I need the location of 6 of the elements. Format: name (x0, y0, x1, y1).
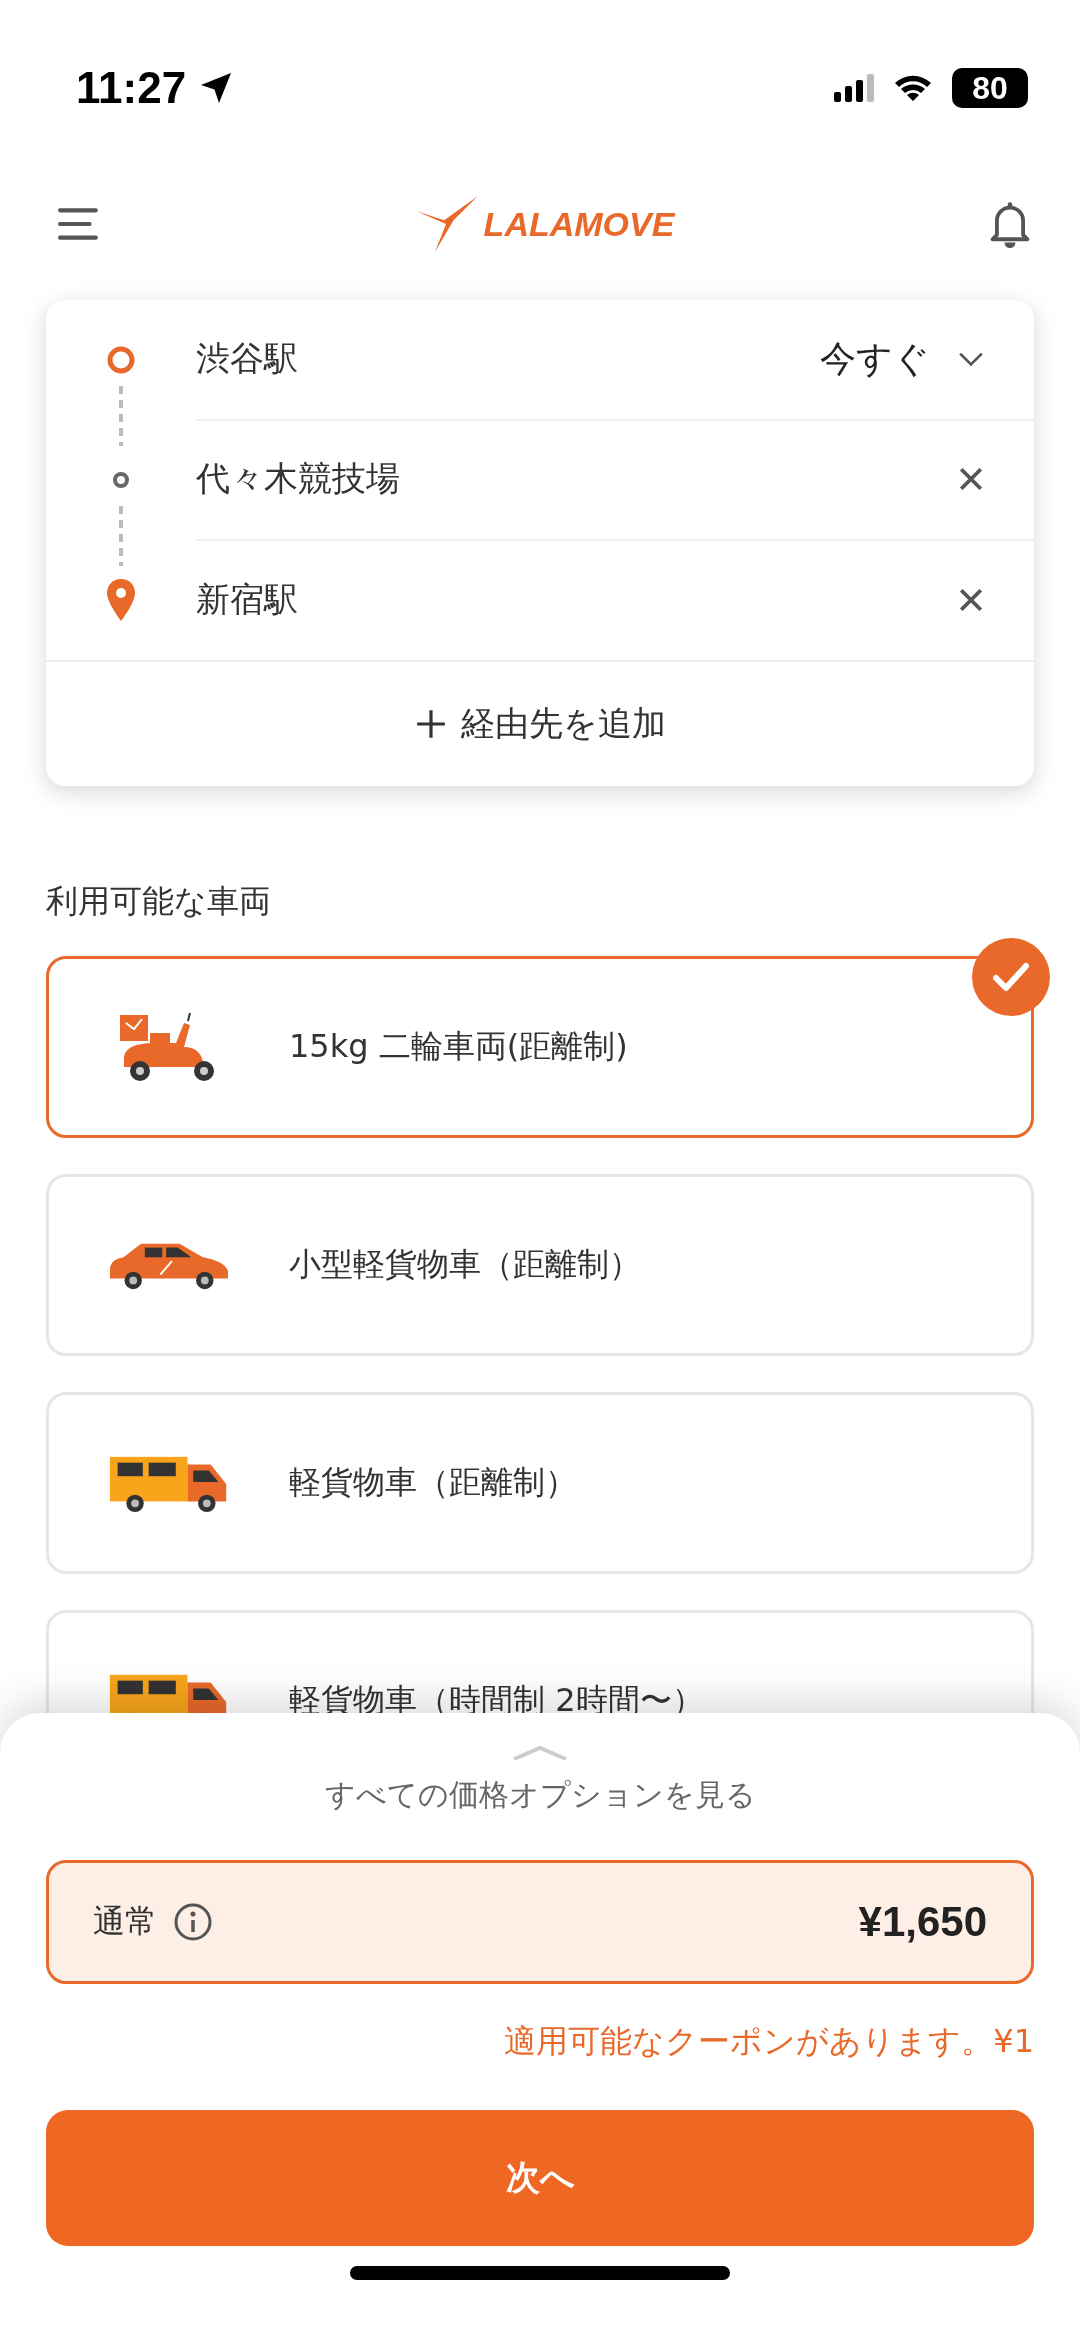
brand-logo-text: LALAMOVE (483, 204, 675, 244)
clock-time: 11:27 (76, 63, 187, 113)
section-title: 利用可能な車両 (46, 881, 272, 922)
battery-level: 80 (952, 68, 1028, 108)
price-option-name: 通常 (93, 1901, 157, 1942)
price-amount: ¥1,650 (858, 1898, 987, 1946)
